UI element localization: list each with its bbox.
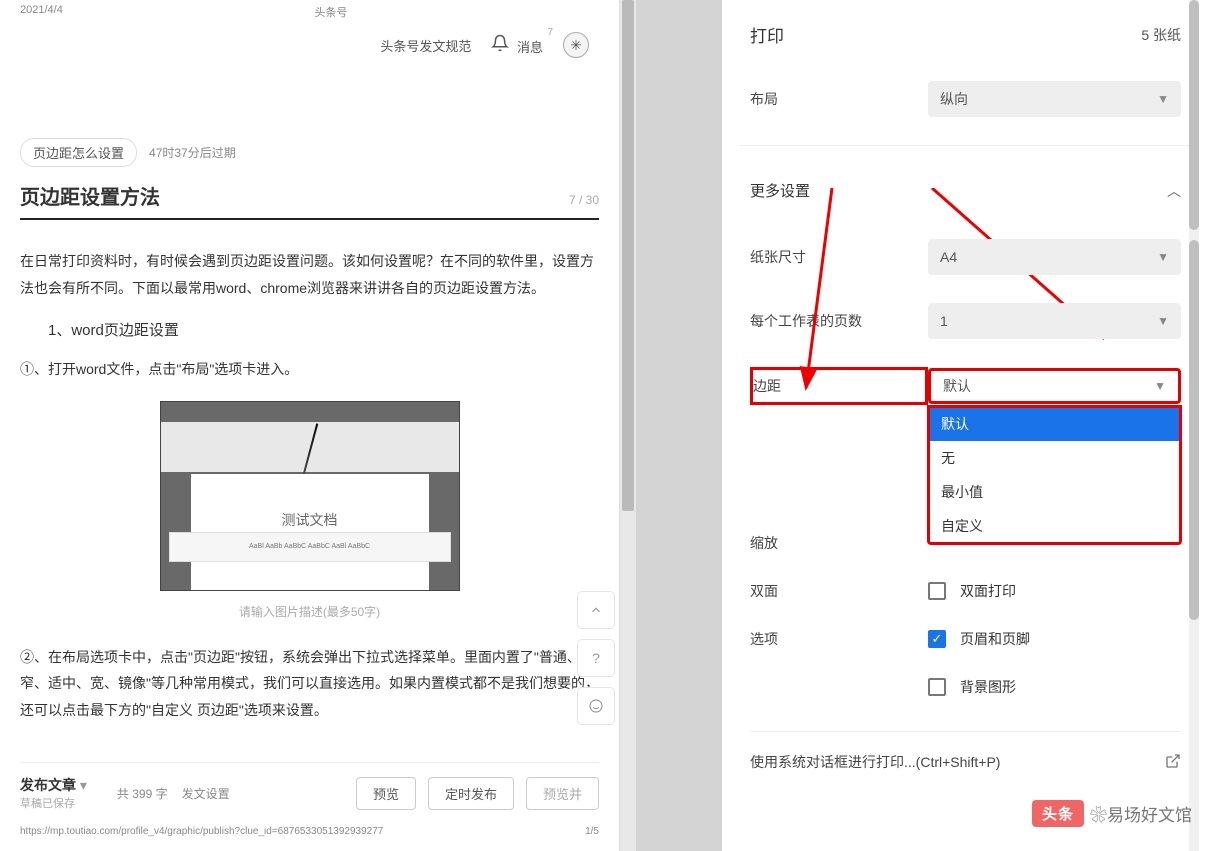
preview-top-bar: 2021/4/4 头条号 — [20, 0, 599, 26]
duplex-label: 双面 — [750, 581, 928, 601]
margin-option-min[interactable]: 最小值 — [929, 475, 1180, 509]
messages-badge: 7 — [547, 27, 553, 38]
section-heading-1: 1、word页边距设置 — [20, 319, 599, 340]
chevron-down-icon: ▼ — [1157, 314, 1169, 328]
user-avatar[interactable] — [563, 32, 589, 58]
page-url: https://mp.toutiao.com/profile_v4/graphi… — [20, 826, 383, 837]
publish-title: 发布文章 — [20, 777, 76, 793]
paper-size-value: A4 — [940, 249, 957, 265]
word-styles-bar: AaBl AaBb AaBbC AaBbC AaBl AaBbC — [169, 532, 451, 562]
watermark-user: ❀易场好文馆 — [1090, 801, 1192, 826]
margins-select[interactable]: 默认 ▼ — [928, 368, 1181, 404]
scale-label: 缩放 — [750, 533, 928, 553]
word-count: 共 399 字 — [117, 785, 168, 802]
background-graphics-checkbox[interactable] — [928, 678, 946, 696]
publish-bar: 发布文章 ▾ 草稿已保存 共 399 字 发文设置 预览 定时发布 预览并 — [20, 762, 599, 811]
support-button[interactable] — [577, 687, 615, 725]
pages-per-sheet-value: 1 — [940, 313, 948, 329]
more-settings-label[interactable]: 更多设置 — [750, 180, 810, 201]
sheet-count: 5 张纸 — [1141, 25, 1181, 45]
article-title: 页边距设置方法 — [20, 181, 160, 210]
margins-value: 默认 — [943, 376, 971, 396]
preview-nav: 头条号发文规范 消息 7 — [20, 26, 599, 68]
layout-label: 布局 — [750, 89, 928, 109]
chevron-down-icon: ▼ — [1157, 250, 1169, 264]
paper-size-label: 纸张尺寸 — [750, 247, 928, 267]
scroll-top-button[interactable] — [577, 591, 615, 629]
paragraph-3: ②、在布局选项卡中，点击"页边距"按钮，系统会弹出下拉式选择菜单。里面内置了"普… — [20, 644, 599, 724]
chevron-down-icon: ▼ — [1157, 92, 1169, 106]
schedule-button[interactable]: 定时发布 — [428, 777, 514, 810]
options-label: 选项 — [750, 629, 928, 649]
duplex-option-label: 双面打印 — [960, 581, 1016, 601]
chevron-down-icon: ▼ — [1154, 379, 1166, 393]
preview-button[interactable]: 预览 — [356, 777, 416, 810]
margin-option-custom[interactable]: 自定义 — [929, 509, 1180, 543]
word-screenshot: 测试文档 原创内容永不过时，一直很精彩。 AaBl AaBb AaBbC AaB… — [160, 401, 460, 591]
pages-per-sheet-select[interactable]: 1 ▼ — [928, 303, 1181, 339]
bell-icon[interactable]: 消息 7 — [491, 34, 543, 56]
preview-date: 2021/4/4 — [20, 4, 63, 20]
expire-text: 47时37分后过期 — [149, 144, 236, 161]
watermark-badge: 头条 — [1032, 800, 1084, 827]
nav-rules-link[interactable]: 头条号发文规范 — [380, 36, 471, 55]
print-title: 打印 — [750, 22, 784, 47]
margin-option-none[interactable]: 无 — [929, 441, 1180, 475]
publish-button[interactable]: 预览并 — [526, 777, 599, 810]
word-doc-title: 测试文档 — [282, 510, 338, 530]
open-external-icon — [1165, 753, 1181, 772]
layout-value: 纵向 — [940, 89, 968, 109]
page-indicator: 1/5 — [585, 826, 599, 837]
pages-per-sheet-label: 每个工作表的页数 — [750, 311, 928, 331]
preview-site: 头条号 — [314, 4, 347, 20]
preview-scrollbar-area — [620, 0, 722, 851]
draft-status: 草稿已保存 — [20, 795, 87, 811]
preview-scrollbar[interactable] — [620, 0, 636, 851]
watermark: 头条 ❀易场好文馆 — [1032, 800, 1192, 827]
margins-dropdown: 默认 无 最小值 自定义 — [928, 406, 1181, 544]
margins-label: 边距 — [750, 367, 928, 405]
system-dialog-link[interactable]: 使用系统对话框进行打印...(Ctrl+Shift+P) — [750, 731, 1181, 792]
panel-scrollbar[interactable] — [1189, 0, 1199, 851]
duplex-checkbox[interactable] — [928, 582, 946, 600]
paragraph-1: 在日常打印资料时，有时候会遇到页边距设置问题。该如何设置呢？在不同的软件里，设置… — [20, 248, 599, 301]
article-preview-pane: 2021/4/4 头条号 头条号发文规范 消息 7 页边距怎么设置 47时37分… — [0, 0, 620, 851]
title-char-count: 7 / 30 — [569, 193, 599, 207]
publish-settings-link[interactable]: 发文设置 — [182, 785, 230, 802]
background-graphics-label: 背景图形 — [960, 677, 1016, 697]
print-settings-panel: 打印 5 张纸 布局 纵向 ▼ 更多设置 ︿ 纸张尺寸 A4 ▼ — [722, 0, 1205, 851]
margin-option-default[interactable]: 默认 — [929, 407, 1180, 441]
headers-footers-label: 页眉和页脚 — [960, 629, 1030, 649]
paragraph-2: ①、打开word文件，点击"布局"选项卡进入。 — [20, 356, 599, 383]
chevron-up-icon[interactable]: ︿ — [1167, 181, 1181, 201]
headers-footers-checkbox[interactable]: ✓ — [928, 630, 946, 648]
nav-messages-link[interactable]: 消息 — [517, 40, 543, 55]
help-button[interactable]: ? — [577, 639, 615, 677]
layout-select[interactable]: 纵向 ▼ — [928, 81, 1181, 117]
image-caption[interactable]: 请输入图片描述(最多50字) — [20, 603, 599, 620]
paper-size-select[interactable]: A4 ▼ — [928, 239, 1181, 275]
topic-tag[interactable]: 页边距怎么设置 — [20, 138, 137, 167]
